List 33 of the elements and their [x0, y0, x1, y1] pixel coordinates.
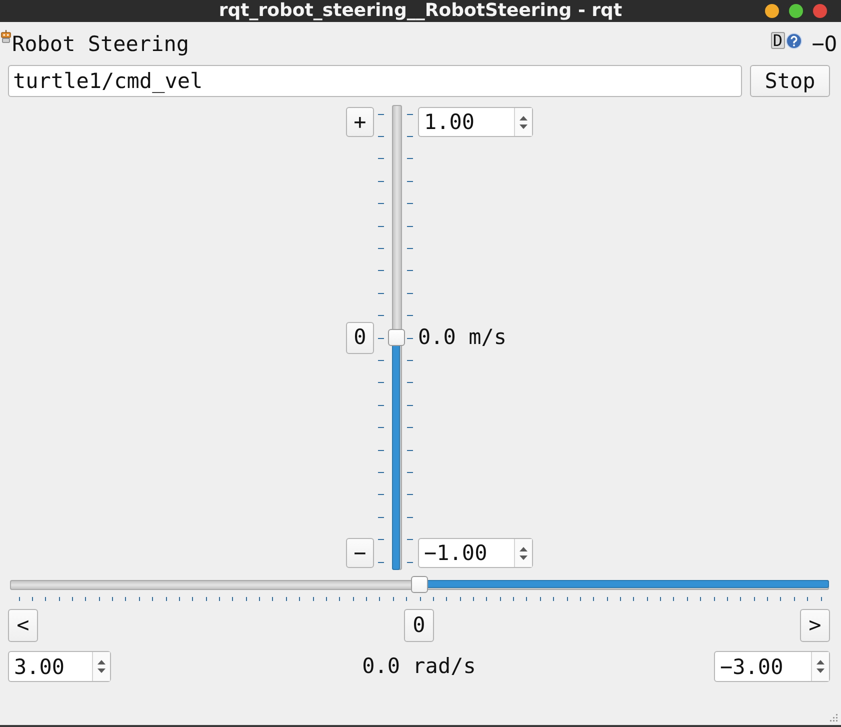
- resize-grip-icon[interactable]: [828, 712, 838, 722]
- turn-left-button[interactable]: <: [8, 609, 38, 642]
- dock-button[interactable]: D: [770, 32, 785, 49]
- window-control-icon[interactable]: [765, 4, 779, 18]
- plugin-title: Robot Steering: [12, 32, 190, 57]
- window-control-icon[interactable]: [789, 4, 803, 18]
- topic-input-field[interactable]: turtle1/cmd_vel: [8, 65, 742, 97]
- spin-arrows-icon[interactable]: [816, 659, 825, 674]
- title-bar-button[interactable]: −: [812, 32, 824, 57]
- number-spin-box[interactable]: −3.00: [714, 651, 830, 682]
- number-spin-box[interactable]: 1.00: [418, 107, 533, 137]
- number-spin-box[interactable]: 3.00: [8, 651, 111, 682]
- spin-arrows-icon[interactable]: [519, 114, 528, 130]
- velocity-reading: 0.0 m/s: [418, 325, 507, 350]
- stop-button[interactable]: Stop: [750, 65, 830, 97]
- title-bar-button[interactable]: O: [824, 32, 837, 57]
- increase-button[interactable]: +: [346, 107, 374, 137]
- slider-track[interactable]: [10, 576, 829, 593]
- number-spin-box[interactable]: −1.00: [418, 538, 533, 568]
- spin-arrows-icon[interactable]: [519, 546, 528, 560]
- decrease-button[interactable]: −: [346, 538, 374, 568]
- slider-track[interactable]: [388, 105, 405, 570]
- window-title: rqt_robot_steering__RobotSteering - rqt: [218, 0, 622, 22]
- window-control-icon[interactable]: [813, 4, 827, 18]
- reset-button[interactable]: 0: [404, 609, 434, 642]
- slider-handle[interactable]: [388, 329, 405, 346]
- slider-handle[interactable]: [411, 576, 428, 593]
- robot-icon: [0, 30, 12, 43]
- reset-button[interactable]: 0: [346, 322, 374, 354]
- rotation-reading: 0.0 rad/s: [362, 654, 476, 679]
- spin-arrows-icon[interactable]: [97, 659, 106, 674]
- help-icon[interactable]: [786, 33, 802, 49]
- turn-right-button[interactable]: >: [800, 609, 830, 642]
